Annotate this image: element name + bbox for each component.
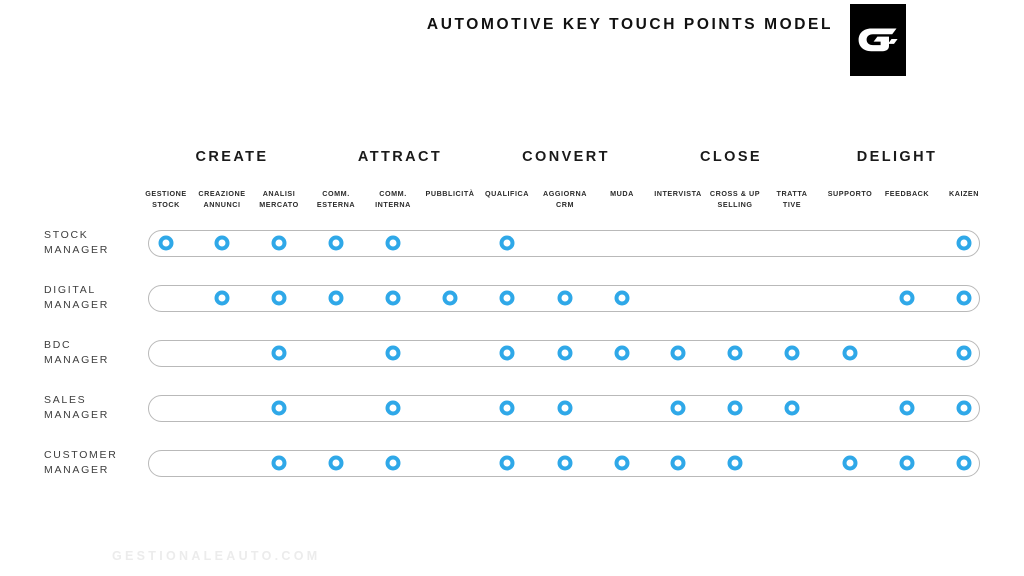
touchpoint-dot-digital-manager-creazione-annunci[interactable]	[214, 290, 230, 306]
touchpoint-dot-stock-manager-comm-esterna[interactable]	[328, 235, 344, 251]
touchpoint-dot-stock-manager-kaizen[interactable]	[956, 235, 972, 251]
row-label-line2: MANAGER	[44, 409, 109, 421]
phase-label-create: CREATE	[195, 149, 269, 165]
touchpoint-dot-customer-manager-cross-up-selling[interactable]	[727, 455, 743, 471]
touchpoint-dot-bdc-manager-kaizen[interactable]	[956, 345, 972, 361]
touchpoint-dot-digital-manager-feedback[interactable]	[899, 290, 915, 306]
touchpoint-dot-customer-manager-aggiorna-crm[interactable]	[557, 455, 573, 471]
row-label-stock-manager: STOCK MANAGER	[44, 228, 154, 258]
infographic-canvas: AUTOMOTIVE KEY TOUCH POINTS MODEL CREATE…	[0, 0, 1024, 576]
row-label-line2: MANAGER	[44, 299, 109, 311]
touchpoint-dot-customer-manager-comm-esterna[interactable]	[328, 455, 344, 471]
column-label-line2: TIVE	[782, 199, 802, 209]
touchpoint-dot-digital-manager-comm-esterna[interactable]	[328, 290, 344, 306]
phase-label-delight: DELIGHT	[856, 149, 938, 165]
touchpoint-dot-sales-manager-feedback[interactable]	[899, 400, 915, 416]
touchpoint-dot-digital-manager-pubblicit[interactable]	[442, 290, 458, 306]
touchpoint-dot-customer-manager-qualifica[interactable]	[499, 455, 515, 471]
touchpoint-dot-stock-manager-qualifica[interactable]	[499, 235, 515, 251]
touchpoint-dot-sales-manager-comm-interna[interactable]	[385, 400, 401, 416]
touchpoint-dot-customer-manager-kaizen[interactable]	[956, 455, 972, 471]
touchpoint-dot-customer-manager-muda[interactable]	[614, 455, 630, 471]
touchpoint-dot-digital-manager-analisi-mercato[interactable]	[271, 290, 287, 306]
touchpoint-dot-bdc-manager-muda[interactable]	[614, 345, 630, 361]
row-label-line2: MANAGER	[44, 464, 109, 476]
touchpoint-dot-customer-manager-analisi-mercato[interactable]	[271, 455, 287, 471]
touchpoint-dot-bdc-manager-analisi-mercato[interactable]	[271, 345, 287, 361]
touchpoint-dot-stock-manager-gestione-stock[interactable]	[158, 235, 174, 251]
row-label-line1: CUSTOMER	[44, 449, 118, 461]
row-label-line2: MANAGER	[44, 354, 109, 366]
phase-label-close: CLOSE	[700, 149, 762, 165]
row-label-line1: SALES	[44, 394, 87, 406]
row-label-digital-manager: DIGITAL MANAGER	[44, 283, 154, 313]
touchpoint-dot-customer-manager-intervista[interactable]	[670, 455, 686, 471]
touchpoint-dot-sales-manager-analisi-mercato[interactable]	[271, 400, 287, 416]
touchpoint-dot-bdc-manager-aggiorna-crm[interactable]	[557, 345, 573, 361]
touchpoint-dot-digital-manager-comm-interna[interactable]	[385, 290, 401, 306]
touchpoint-dot-customer-manager-supporto[interactable]	[842, 455, 858, 471]
touchpoint-dot-bdc-manager-intervista[interactable]	[670, 345, 686, 361]
touchpoint-dot-digital-manager-muda[interactable]	[614, 290, 630, 306]
touchpoint-dot-bdc-manager-supporto[interactable]	[842, 345, 858, 361]
touchpoint-dot-bdc-manager-tratta-tive[interactable]	[784, 345, 800, 361]
touchpoint-dot-customer-manager-comm-interna[interactable]	[385, 455, 401, 471]
touchpoint-dot-digital-manager-kaizen[interactable]	[956, 290, 972, 306]
touchpoint-dot-digital-manager-qualifica[interactable]	[499, 290, 515, 306]
touchpoint-dot-sales-manager-tratta-tive[interactable]	[784, 400, 800, 416]
touchpoint-dot-sales-manager-qualifica[interactable]	[499, 400, 515, 416]
touchpoint-dot-digital-manager-aggiorna-crm[interactable]	[557, 290, 573, 306]
touchpoint-dot-customer-manager-feedback[interactable]	[899, 455, 915, 471]
row-label-customer-manager: CUSTOMER MANAGER	[44, 448, 154, 478]
row-label-line1: DIGITAL	[44, 284, 96, 296]
touchpoints-matrix: CREATE ATTRACT CONVERT CLOSE DELIGHT GESTIONE…	[0, 0, 1024, 576]
column-label-line2: CRM	[555, 199, 575, 209]
column-label-line1: KAIZEN	[948, 189, 980, 198]
row-label-bdc-manager: BDC MANAGER	[44, 338, 154, 368]
row-label-line2: MANAGER	[44, 244, 109, 256]
touchpoint-dot-stock-manager-comm-interna[interactable]	[385, 235, 401, 251]
touchpoint-dot-bdc-manager-comm-interna[interactable]	[385, 345, 401, 361]
touchpoint-dot-bdc-manager-cross-up-selling[interactable]	[727, 345, 743, 361]
touchpoint-dot-sales-manager-intervista[interactable]	[670, 400, 686, 416]
row-label-line1: STOCK	[44, 229, 89, 241]
row-label-line1: BDC	[44, 339, 72, 351]
column-label-line2: INTERNA	[375, 199, 411, 209]
phase-label-attract: ATTRACT	[357, 149, 443, 165]
touchpoint-dot-stock-manager-creazione-annunci[interactable]	[214, 235, 230, 251]
touchpoint-dot-bdc-manager-qualifica[interactable]	[499, 345, 515, 361]
phase-label-convert: CONVERT	[522, 149, 610, 165]
touchpoint-dot-sales-manager-kaizen[interactable]	[956, 400, 972, 416]
row-label-sales-manager: SALES MANAGER	[44, 393, 154, 423]
touchpoint-dot-sales-manager-cross-up-selling[interactable]	[727, 400, 743, 416]
touchpoint-dot-sales-manager-aggiorna-crm[interactable]	[557, 400, 573, 416]
column-label-kaizen: KAIZEN	[928, 189, 1000, 200]
footer-watermark: GESTIONALEAUTO.COM	[112, 549, 321, 563]
touchpoint-dot-stock-manager-analisi-mercato[interactable]	[271, 235, 287, 251]
